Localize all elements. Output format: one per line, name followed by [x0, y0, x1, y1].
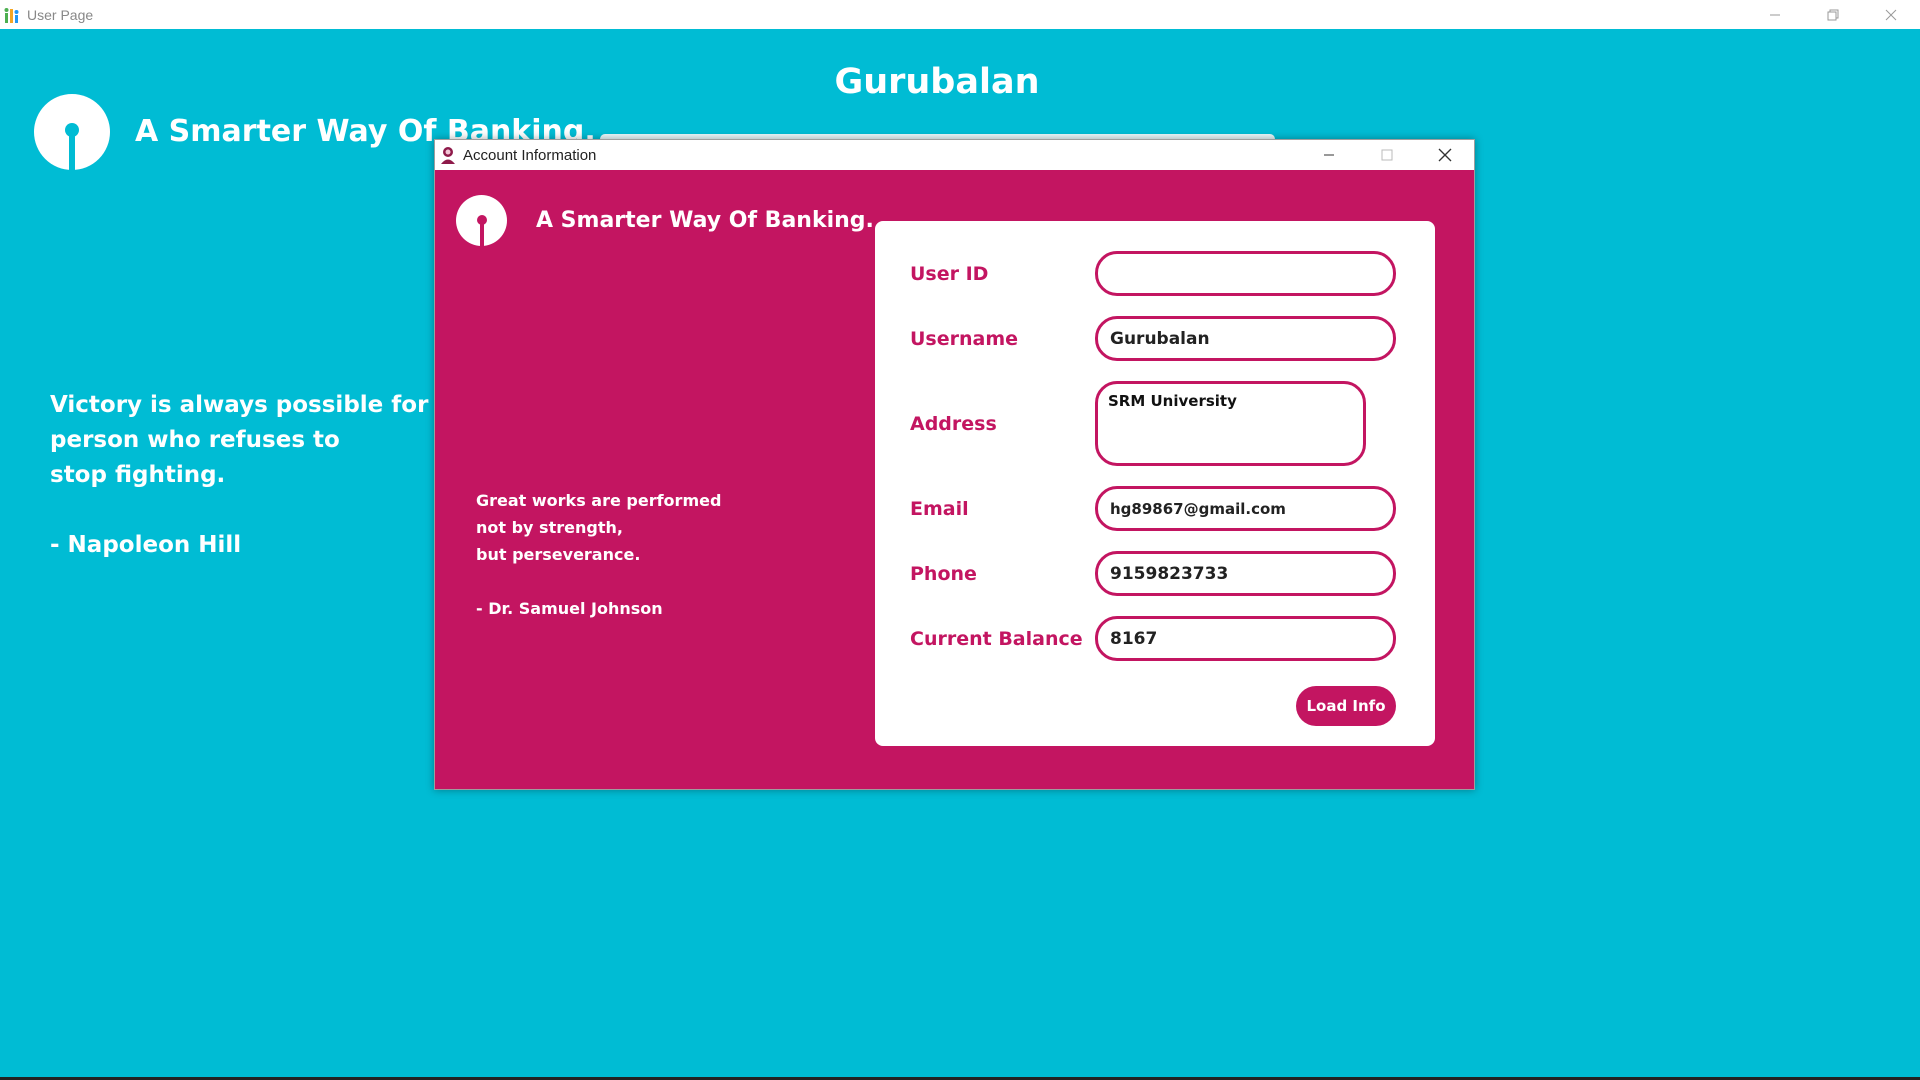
dialog-tagline: A Smarter Way Of Banking. — [536, 208, 874, 233]
main-quote-line: person who refuses to — [50, 427, 340, 453]
address-field[interactable]: SRM University — [1095, 381, 1366, 466]
dialog-title: Account Information — [463, 146, 597, 164]
dialog-quote-line: not by strength, — [476, 518, 623, 537]
main-quote-line: Victory is always possible for the — [50, 392, 480, 418]
phone-label: Phone — [910, 563, 977, 585]
main-quote-author: - Napoleon Hill — [50, 532, 242, 558]
window-titlebar: User Page — [0, 0, 1920, 29]
dialog-close-icon[interactable] — [1416, 140, 1474, 170]
username-label: Username — [910, 328, 1019, 350]
account-info-dialog: Account Information A Smarter Way Of Ban… — [434, 139, 1475, 790]
username-field[interactable] — [1095, 316, 1396, 361]
user-icon — [439, 146, 457, 164]
dialog-minimize-icon[interactable] — [1300, 140, 1358, 170]
dialog-bank-logo-icon — [456, 195, 507, 246]
dialog-maximize-icon[interactable] — [1358, 140, 1416, 170]
account-form: User ID Username Address SRM University … — [875, 221, 1435, 746]
minimize-icon[interactable] — [1746, 0, 1804, 29]
email-label: Email — [910, 498, 969, 520]
dialog-quote: Great works are performed not by strengt… — [476, 487, 721, 622]
email-field[interactable] — [1095, 486, 1396, 531]
bank-logo-icon — [34, 94, 110, 170]
main-quote: Victory is always possible for the perso… — [50, 388, 479, 563]
main-quote-line: stop fighting. — [50, 462, 226, 488]
dialog-quote-author: - Dr. Samuel Johnson — [476, 599, 663, 618]
current-balance-label: Current Balance — [910, 628, 1083, 650]
address-label: Address — [910, 413, 997, 435]
phone-field[interactable] — [1095, 551, 1396, 596]
dialog-quote-line: Great works are performed — [476, 491, 722, 510]
window-title: User Page — [27, 6, 94, 23]
user-name-heading: Gurubalan — [834, 62, 1040, 102]
dialog-quote-line: but perseverance. — [476, 545, 641, 564]
restore-icon[interactable] — [1804, 0, 1862, 29]
user-id-label: User ID — [910, 263, 989, 285]
close-icon[interactable] — [1862, 0, 1920, 29]
current-balance-field[interactable] — [1095, 616, 1396, 661]
load-info-button[interactable]: Load Info — [1296, 686, 1396, 726]
app-icon — [3, 5, 23, 25]
dialog-titlebar: Account Information — [435, 140, 1474, 170]
user-id-field[interactable] — [1095, 251, 1396, 296]
